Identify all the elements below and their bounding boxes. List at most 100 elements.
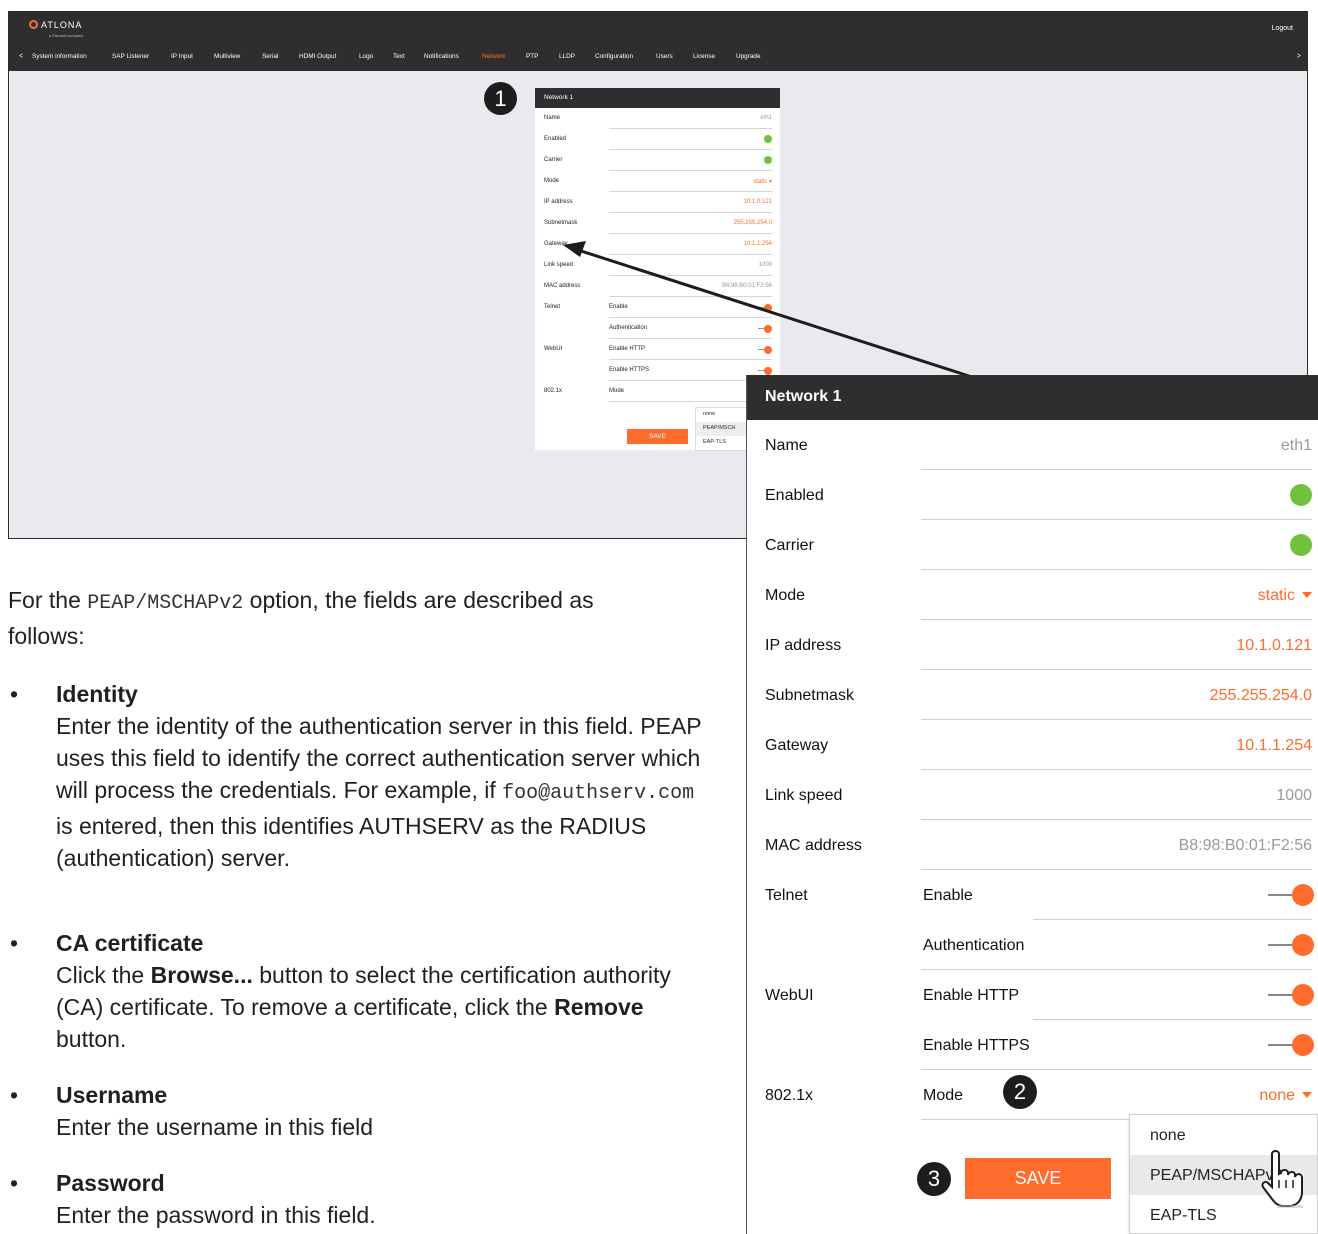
top-navigation-bar: ATLONA a Panduit company Logout < System… [9, 12, 1307, 71]
nav-item-hdmi-output[interactable]: HDMI Output [299, 53, 336, 60]
chevron-down-icon [1302, 592, 1312, 598]
logout-link[interactable]: Logout [1272, 25, 1293, 32]
row-name: Name eth1 [747, 420, 1318, 470]
mini-gateway-field[interactable]: 10.1.1.254 [744, 241, 772, 247]
webui-https-toggle[interactable] [1268, 1034, 1314, 1056]
mini-row-8021x: 802.1x Mode [535, 381, 780, 402]
mac-address-value: B8:98:B0:01:F2:56 [1178, 837, 1312, 854]
callout-2: 2 [1003, 1075, 1037, 1109]
row-telnet-auth: Authentication [747, 920, 1318, 970]
8021x-mode-value: none [1259, 1087, 1295, 1104]
mini-subnet-field[interactable]: 255.255.254.0 [734, 220, 772, 226]
mini-label: Mode [544, 178, 560, 184]
mini-row-name: Name eth1 [535, 108, 780, 129]
telnet-enable-toggle[interactable] [1268, 884, 1314, 906]
logo-text: ATLONA [41, 20, 83, 30]
mini-network-card: Network 1 Name eth1 Enabled Carrier Mode s… [535, 88, 780, 451]
mini-ip-field[interactable]: 10.1.0.121 [744, 199, 772, 205]
mini-row-link: Link speed 1000 [535, 255, 780, 276]
mini-toggle[interactable] [758, 325, 772, 333]
mini-value: eth1 [760, 115, 772, 121]
mini-label: 802.1x [544, 388, 563, 394]
ca-certificate-description: Click the Browse... button to select the… [56, 962, 671, 1052]
main-nav: < System information SAP Listener IP Inp… [9, 53, 1307, 65]
nav-item-serial[interactable]: Serial [262, 53, 278, 60]
mini-status-dot [764, 156, 772, 164]
save-button[interactable]: SAVE [965, 1158, 1111, 1199]
mini-label: Gateway [544, 241, 568, 247]
ip-address-label: IP address [765, 637, 842, 654]
row-mode: Mode static [747, 570, 1318, 620]
username-heading: Username [56, 1082, 168, 1108]
row-ip-address: IP address 10.1.0.121 [747, 620, 1318, 670]
intro-paragraph: For the PEAP/MSCHAPv2 option, the fields… [8, 584, 668, 652]
mini-toggle[interactable] [758, 346, 772, 354]
mini-label: Link speed [544, 262, 574, 268]
intro-text-start: For the [8, 587, 88, 613]
chevron-down-icon [1302, 1092, 1312, 1098]
callout-1: 1 [484, 82, 517, 115]
webui-http-toggle[interactable] [1268, 984, 1314, 1006]
telnet-auth-toggle[interactable] [1268, 934, 1314, 956]
8021x-mode-select[interactable]: none [1259, 1087, 1312, 1105]
mini-card-title: Network 1 [535, 88, 780, 108]
mini-sublabel: Authentication [609, 325, 648, 331]
nav-item-sap-listener[interactable]: SAP Listener [112, 53, 149, 60]
nav-item-network[interactable]: Network [482, 53, 505, 60]
mini-label: Name [544, 115, 561, 121]
mini-sublabel: Enable HTTP [609, 346, 646, 352]
gateway-field[interactable]: 10.1.1.254 [1236, 737, 1312, 755]
logo-subtitle: a Panduit company [49, 33, 84, 38]
mini-label: WebUI [544, 346, 563, 352]
mini-mode-select[interactable]: static ▾ [753, 178, 772, 185]
mini-row-webui-https: Enable HTTPS [535, 360, 780, 381]
carrier-status-dot [1290, 534, 1312, 556]
mini-row-gateway: Gateway 10.1.1.254 [535, 234, 780, 255]
telnet-auth-label: Authentication [923, 937, 1025, 954]
subnetmask-field[interactable]: 255.255.254.0 [1210, 687, 1312, 705]
carrier-label: Carrier [765, 537, 814, 554]
network-1-card: Network 1 Name eth1 Enabled Carrier Mode… [746, 375, 1318, 1234]
nav-next-icon[interactable]: > [1297, 53, 1301, 60]
row-gateway: Gateway 10.1.1.254 [747, 720, 1318, 770]
mode-label: Mode [765, 587, 806, 604]
mac-address-label: MAC address [765, 837, 862, 854]
mini-label: MAC address [544, 283, 581, 289]
nav-item-upgrade[interactable]: Upgrade [736, 53, 761, 60]
nav-item-configuration[interactable]: Configuration [595, 53, 633, 60]
password-heading: Password [56, 1170, 165, 1196]
row-carrier: Carrier [747, 520, 1318, 570]
nav-item-system-information[interactable]: System information [32, 53, 87, 60]
mini-toggle[interactable] [758, 367, 772, 375]
nav-item-license[interactable]: License [693, 53, 715, 60]
nav-prev-icon[interactable]: < [19, 53, 23, 60]
8021x-mode-label: Mode [923, 1087, 964, 1104]
row-link-speed: Link speed 1000 [747, 770, 1318, 820]
row-telnet-enable: Telnet Enable [747, 870, 1318, 920]
name-value: eth1 [1280, 437, 1312, 454]
row-mac-address: MAC address B8:98:B0:01:F2:56 [747, 820, 1318, 870]
mode-select[interactable]: static [1258, 587, 1312, 605]
mini-row-carrier: Carrier [535, 150, 780, 171]
link-speed-value: 1000 [1276, 787, 1312, 804]
identity-heading: Identity [56, 681, 138, 707]
nav-item-users[interactable]: Users [656, 53, 673, 60]
mini-row-telnet: Telnet Enable [535, 297, 780, 318]
nav-item-lldp[interactable]: LLDP [559, 53, 575, 60]
mini-toggle[interactable] [758, 304, 772, 312]
username-description: Enter the username in this field [56, 1114, 374, 1140]
nav-item-logo[interactable]: Logo [359, 53, 373, 60]
mini-save-button[interactable]: SAVE [627, 429, 688, 444]
ip-address-field[interactable]: 10.1.0.121 [1236, 637, 1312, 655]
webui-https-label: Enable HTTPS [923, 1037, 1030, 1054]
nav-item-ptp[interactable]: PTP [526, 53, 538, 60]
nav-item-text[interactable]: Text [393, 53, 405, 60]
mini-label: Subnetmask [544, 220, 578, 226]
ca-certificate-heading: CA certificate [56, 930, 204, 956]
mini-row-telnet-auth: Authentication [535, 318, 780, 339]
nav-item-ip-input[interactable]: IP Input [171, 53, 193, 60]
nav-item-notifications[interactable]: Notifications [424, 53, 459, 60]
nav-item-multiview[interactable]: Multiview [214, 53, 240, 60]
atlona-logo: ATLONA [29, 20, 82, 30]
mini-sublabel: Mode [609, 388, 625, 394]
